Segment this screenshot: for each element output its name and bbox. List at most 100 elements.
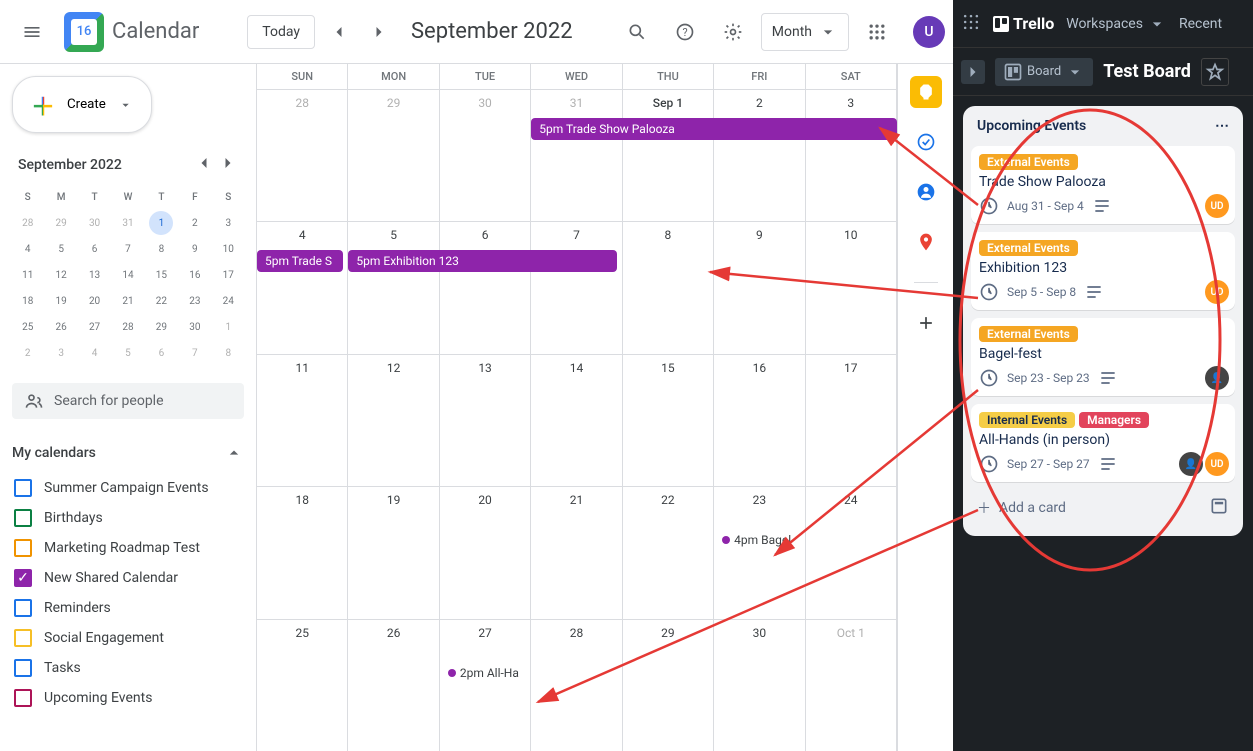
mini-day[interactable]: 28 (16, 211, 40, 235)
mini-day[interactable]: 14 (116, 263, 140, 287)
day-cell[interactable]: 12 (348, 355, 439, 486)
tasks-icon[interactable] (910, 126, 942, 158)
calendar-checkbox[interactable] (14, 689, 32, 707)
event[interactable]: 4pm Bagel (718, 533, 800, 547)
mini-day[interactable]: 31 (116, 211, 140, 235)
day-cell[interactable]: 9 (714, 222, 805, 353)
mini-day[interactable]: 2 (16, 341, 40, 365)
mini-day[interactable]: 22 (149, 289, 173, 313)
recent-menu[interactable]: Recent (1179, 16, 1222, 32)
apps-icon[interactable] (857, 12, 897, 52)
search-people[interactable]: Search for people (12, 383, 244, 419)
board-name[interactable]: Test Board (1103, 61, 1191, 82)
day-cell[interactable]: 21 (531, 487, 622, 618)
day-cell[interactable]: Oct 1 (806, 620, 897, 751)
day-cell[interactable]: 25 (257, 620, 348, 751)
day-cell[interactable]: 22 (623, 487, 714, 618)
search-icon[interactable] (617, 12, 657, 52)
calendar-checkbox[interactable] (14, 629, 32, 647)
day-cell[interactable]: 18 (257, 487, 348, 618)
day-cell[interactable]: 7 (531, 222, 622, 353)
day-cell[interactable]: 16 (714, 355, 805, 486)
day-cell[interactable]: 19 (348, 487, 439, 618)
mini-day[interactable]: 8 (149, 237, 173, 261)
calendar-checkbox[interactable] (14, 599, 32, 617)
card-avatar[interactable]: 👤 (1205, 366, 1229, 390)
mini-day[interactable]: 4 (83, 341, 107, 365)
add-card-button[interactable]: ＋ Add a card (971, 488, 1235, 528)
mini-day[interactable]: 19 (49, 289, 73, 313)
mini-day[interactable]: 15 (149, 263, 173, 287)
mini-day[interactable]: 24 (216, 289, 240, 313)
mini-day[interactable]: 23 (183, 289, 207, 313)
menu-icon[interactable] (8, 8, 56, 56)
calendar-checkbox[interactable] (14, 659, 32, 677)
day-cell[interactable]: 3 (806, 90, 897, 221)
day-cell[interactable]: 28 (531, 620, 622, 751)
mini-day[interactable]: 18 (16, 289, 40, 313)
mini-day[interactable]: 29 (49, 211, 73, 235)
event-bar[interactable]: 5pm Trade Show Palooza (531, 118, 897, 140)
keep-icon[interactable] (910, 76, 942, 108)
day-cell[interactable]: 10 (806, 222, 897, 353)
mini-day[interactable]: 16 (183, 263, 207, 287)
calendar-item[interactable]: Social Engagement (12, 623, 244, 653)
mini-day[interactable]: 4 (16, 237, 40, 261)
mini-day[interactable]: 28 (116, 315, 140, 339)
day-cell[interactable]: 28 (257, 90, 348, 221)
mini-day[interactable]: 7 (183, 341, 207, 365)
mini-day[interactable]: 8 (216, 341, 240, 365)
mini-day[interactable]: 30 (83, 211, 107, 235)
day-cell[interactable]: 8 (623, 222, 714, 353)
event[interactable]: 2pm All-Ha (444, 666, 526, 680)
day-cell[interactable]: Sep 1 (623, 90, 714, 221)
mini-next-button[interactable] (218, 153, 238, 177)
mini-day[interactable]: 11 (16, 263, 40, 287)
card-avatar[interactable]: UD (1205, 280, 1229, 304)
day-cell[interactable]: 29 (623, 620, 714, 751)
gcal-logo[interactable]: Calendar (64, 12, 199, 52)
mini-day[interactable]: 13 (83, 263, 107, 287)
today-button[interactable]: Today (247, 15, 315, 49)
mini-day[interactable]: 3 (49, 341, 73, 365)
event-bar[interactable]: 5pm Exhibition 123 (348, 250, 617, 272)
board-view-button[interactable]: Board (995, 58, 1093, 86)
next-month-button[interactable] (363, 16, 395, 48)
mini-day[interactable]: 21 (116, 289, 140, 313)
calendar-checkbox[interactable] (14, 539, 32, 557)
calendar-item[interactable]: Birthdays (12, 503, 244, 533)
mini-day[interactable]: 9 (183, 237, 207, 261)
calendar-checkbox[interactable] (14, 509, 32, 527)
mini-day[interactable]: 6 (149, 341, 173, 365)
view-selector[interactable]: Month (761, 13, 849, 51)
day-cell[interactable]: 5 (348, 222, 439, 353)
add-addon-icon[interactable] (910, 307, 942, 339)
list-menu-icon[interactable]: ⋯ (1215, 118, 1229, 134)
day-cell[interactable]: 31 (531, 90, 622, 221)
calendar-item[interactable]: Reminders (12, 593, 244, 623)
mini-day[interactable]: 30 (183, 315, 207, 339)
calendar-item[interactable]: Marketing Roadmap Test (12, 533, 244, 563)
calendar-checkbox[interactable] (14, 479, 32, 497)
mini-day[interactable]: 20 (83, 289, 107, 313)
prev-month-button[interactable] (323, 16, 355, 48)
calendar-checkbox[interactable]: ✓ (14, 569, 32, 587)
calendar-item[interactable]: ✓New Shared Calendar (12, 563, 244, 593)
mini-day[interactable]: 2 (183, 211, 207, 235)
calendar-item[interactable]: Upcoming Events (12, 683, 244, 713)
user-avatar[interactable]: U (913, 16, 945, 48)
day-cell[interactable]: 30 (440, 90, 531, 221)
star-button[interactable] (1201, 58, 1229, 86)
help-icon[interactable]: ? (665, 12, 705, 52)
event-bar[interactable]: 5pm Trade S (257, 250, 343, 272)
trello-card[interactable]: External EventsTrade Show PaloozaAug 31 … (971, 146, 1235, 224)
mini-day[interactable]: 5 (116, 341, 140, 365)
mini-day[interactable]: 10 (216, 237, 240, 261)
create-button[interactable]: ＋ Create (12, 76, 152, 133)
day-cell[interactable]: 15 (623, 355, 714, 486)
card-avatar[interactable]: UD (1205, 452, 1229, 476)
day-cell[interactable]: 26 (348, 620, 439, 751)
mini-day[interactable]: 1 (149, 211, 173, 235)
mini-day[interactable]: 27 (83, 315, 107, 339)
mini-day[interactable]: 17 (216, 263, 240, 287)
